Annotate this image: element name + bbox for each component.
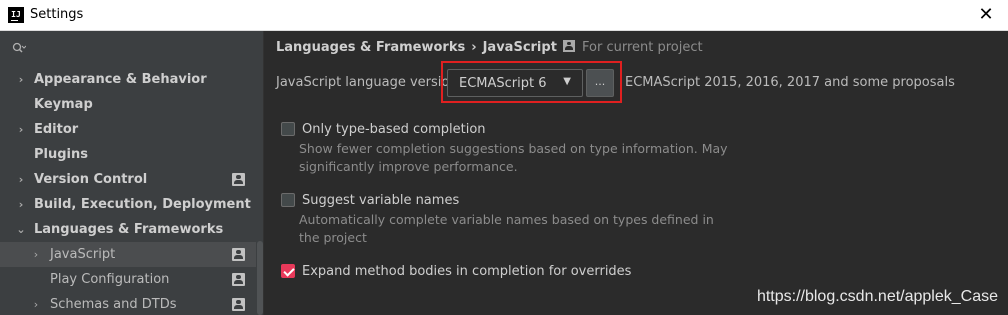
sidebar-item-label: Version Control: [34, 172, 148, 187]
breadcrumb: Languages & Frameworks › JavaScript: [276, 40, 557, 55]
language-version-select[interactable]: ECMAScript 6 ▼: [447, 69, 583, 97]
settings-sidebar: › Appearance & Behavior Keymap › Editor …: [0, 31, 263, 315]
intellij-logo-icon: IJ: [8, 7, 24, 23]
close-icon[interactable]: ✕: [976, 5, 996, 25]
sidebar-item-languages-frameworks[interactable]: ⌄ Languages & Frameworks: [0, 217, 256, 242]
sidebar-item-label: Play Configuration: [50, 272, 170, 287]
suggest-variable-names-label[interactable]: Suggest variable names: [302, 193, 459, 208]
sidebar-item-label: Appearance & Behavior: [34, 72, 207, 87]
suggest-variable-names-checkbox[interactable]: [281, 193, 295, 207]
project-scope-icon: [232, 298, 245, 311]
settings-main-panel: Languages & Frameworks › JavaScript For cu…: [263, 31, 1008, 315]
sidebar-item-label: Plugins: [34, 147, 88, 162]
only-type-based-completion-checkbox[interactable]: [281, 122, 295, 136]
chevron-right-icon[interactable]: ›: [15, 67, 27, 92]
language-version-value: ECMAScript 6: [459, 76, 547, 91]
watermark-text: https://blog.csdn.net/applek_Case: [756, 288, 998, 305]
settings-search[interactable]: [0, 31, 263, 65]
suggest-variable-names-description: Automatically complete variable names ba…: [299, 212, 714, 245]
chevron-right-icon[interactable]: ›: [30, 292, 42, 315]
dropdown-arrow-icon: ▼: [563, 76, 571, 87]
expand-method-bodies-label[interactable]: Expand method bodies in completion for o…: [302, 264, 631, 279]
sidebar-item-plugins[interactable]: Plugins: [0, 142, 256, 167]
sidebar-item-label: Keymap: [34, 97, 93, 112]
chevron-right-icon[interactable]: ›: [30, 242, 42, 267]
breadcrumb-separator: ›: [471, 40, 477, 55]
sidebar-item-label: Schemas and DTDs: [50, 297, 177, 312]
sidebar-item-version-control[interactable]: › Version Control: [0, 167, 256, 192]
language-version-more-button[interactable]: ...: [586, 69, 614, 97]
language-version-description: ECMAScript 2015, 2016, 2017 and some pro…: [625, 75, 955, 90]
title-bar: IJ Settings ✕: [0, 0, 1008, 31]
sidebar-item-schemas-dtds[interactable]: › Schemas and DTDs: [0, 292, 256, 315]
chevron-down-icon[interactable]: ⌄: [15, 217, 27, 242]
scope-label: For current project: [582, 40, 703, 55]
project-scope-icon: [232, 173, 245, 186]
window-title: Settings: [30, 7, 84, 22]
project-scope-icon: [563, 40, 575, 52]
sidebar-item-keymap[interactable]: Keymap: [0, 92, 256, 117]
expand-method-bodies-checkbox[interactable]: [281, 264, 295, 278]
language-version-label: JavaScript language version: [276, 75, 458, 90]
only-type-based-completion-description: Show fewer completion suggestions based …: [299, 141, 728, 174]
sidebar-item-label: Build, Execution, Deployment: [34, 197, 251, 212]
scope-indicator: For current project: [563, 40, 703, 55]
sidebar-item-label: Editor: [34, 122, 79, 137]
sidebar-item-javascript[interactable]: › JavaScript: [0, 242, 256, 267]
chevron-right-icon[interactable]: ›: [15, 167, 27, 192]
sidebar-item-label: JavaScript: [50, 247, 116, 262]
project-scope-icon: [232, 273, 245, 286]
sidebar-item-play-configuration[interactable]: Play Configuration: [0, 267, 256, 292]
chevron-right-icon[interactable]: ›: [15, 117, 27, 142]
chevron-right-icon[interactable]: ›: [15, 192, 27, 217]
sidebar-item-appearance-behavior[interactable]: › Appearance & Behavior: [0, 67, 256, 92]
breadcrumb-item: JavaScript: [482, 40, 557, 55]
project-scope-icon: [232, 248, 245, 261]
search-icon: [12, 42, 26, 53]
sidebar-item-label: Languages & Frameworks: [34, 222, 224, 237]
sidebar-item-build-execution-deployment[interactable]: › Build, Execution, Deployment: [0, 192, 256, 217]
breadcrumb-item[interactable]: Languages & Frameworks: [276, 40, 465, 55]
sidebar-item-editor[interactable]: › Editor: [0, 117, 256, 142]
only-type-based-completion-label[interactable]: Only type-based completion: [302, 122, 486, 137]
